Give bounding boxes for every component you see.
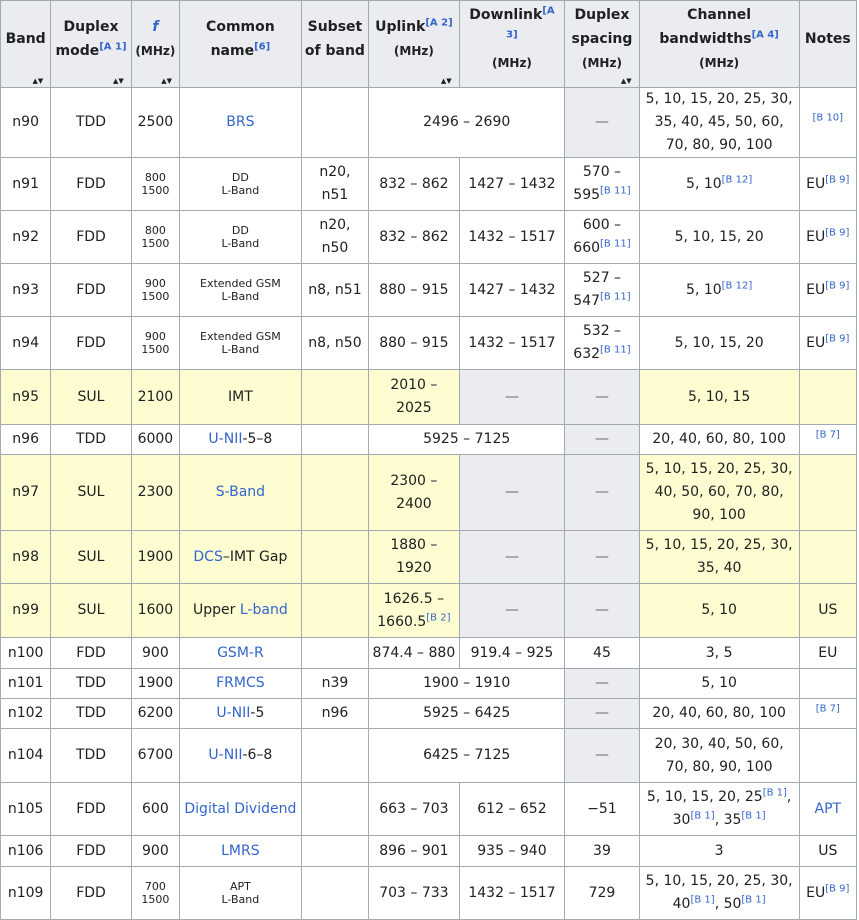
ref-link[interactable]: [B 1] (690, 810, 714, 821)
header-subset: Subset of band (300, 0, 370, 88)
table-row: n91 FDD 800 1500 DD L-Band n20, n51 832 – … (0, 157, 858, 211)
header-downlink: Downlink[A 3] (MHz) (458, 0, 566, 88)
ref-link[interactable]: [B 1] (741, 810, 765, 821)
band-name-link[interactable]: U-NII (216, 705, 250, 721)
ref-link[interactable]: [B 2] (426, 612, 450, 623)
ref-link[interactable]: [B 1] (741, 894, 765, 905)
header-uplink[interactable]: Uplink[A 2] (MHz) ▲▼ (368, 0, 460, 88)
table-row: n98 SUL 1900 DCS–IMT Gap 1880 – 1920 — —… (0, 530, 858, 584)
table-row: n101 TDD 1900 FRMCS n39 1900 – 1910 — 5,… (0, 668, 858, 699)
table-row: n97 SUL 2300 S-Band 2300 – 2400 — — 5, 1… (0, 454, 858, 531)
ref-link[interactable]: [B 1] (690, 894, 714, 905)
table-row: n100 FDD 900 GSM-R 874.4 – 880 919.4 – 9… (0, 637, 858, 669)
ref-link[interactable]: [A 4] (752, 29, 779, 40)
table-row: n106 FDD 900 LMRS 896 – 901 935 – 940 39… (0, 835, 858, 867)
band-name-link[interactable]: DCS (193, 549, 222, 565)
band-name-link[interactable]: U-NII (208, 747, 242, 763)
sort-icon[interactable]: ▲▼ (621, 77, 632, 85)
band-name-link[interactable]: LMRS (221, 843, 260, 859)
ref-link[interactable]: [B 9] (825, 174, 849, 185)
header-frequency[interactable]: f (MHz) ▲▼ (130, 0, 181, 88)
header-notes: Notes (798, 0, 858, 88)
band-name-link[interactable]: FRMCS (216, 675, 265, 691)
table-row: n93 FDD 900 1500 Extended GSM L-Band n8, n… (0, 263, 858, 317)
ref-link[interactable]: [B 1] (763, 787, 787, 798)
table-row: n105 FDD 600 Digital Dividend 663 – 703 … (0, 782, 858, 836)
ref-link[interactable]: [B 7] (816, 703, 840, 714)
band-name-link[interactable]: GSM-R (217, 645, 264, 661)
ref-link[interactable]: [6] (254, 41, 270, 52)
table-row: n94 FDD 900 1500 Extended GSM L-Band n8, n… (0, 316, 858, 370)
ref-link[interactable]: [B 12] (722, 280, 753, 291)
table-row: n90 TDD 2500 BRS 2496 – 2690 — 5, 10, 15… (0, 87, 858, 158)
ref-link[interactable]: [B 11] (600, 344, 631, 355)
band-name-link[interactable]: BRS (226, 114, 254, 130)
table-row: n102 TDD 6200 U-NII-5 n96 5925 – 6425 — … (0, 698, 858, 729)
band-name-link[interactable]: U-NII (208, 431, 242, 447)
sort-icon[interactable]: ▲▼ (113, 77, 124, 85)
ref-link[interactable]: [B 9] (825, 227, 849, 238)
ref-link[interactable]: [B 11] (600, 291, 631, 302)
ref-link[interactable]: [B 12] (722, 174, 753, 185)
ref-link[interactable]: [B 11] (600, 238, 631, 249)
ref-link[interactable]: [B 9] (825, 280, 849, 291)
ref-link[interactable]: [B 9] (825, 333, 849, 344)
ref-link[interactable]: [A 2] (425, 17, 452, 28)
table-row: n109 FDD 700 1500 APT L-Band 703 – 733 143… (0, 866, 858, 920)
band-name-link[interactable]: L-band (240, 602, 288, 618)
table-row: n104 TDD 6700 U-NII-6–8 6425 – 7125 — 20… (0, 728, 858, 783)
note-link[interactable]: APT (815, 801, 842, 817)
sort-icon[interactable]: ▲▼ (441, 77, 452, 85)
header-common-name: Common name[6] (179, 0, 302, 88)
band-name-link[interactable]: Digital Dividend (184, 801, 296, 817)
sort-icon[interactable]: ▲▼ (161, 77, 172, 85)
table-row: n99 SUL 1600 Upper L-band 1626.5 – 1660.… (0, 583, 858, 638)
table-row: n92 FDD 800 1500 DD L-Band n20, n50 832 – … (0, 210, 858, 264)
band-name-link[interactable]: S-Band (216, 484, 265, 500)
header-duplex-mode[interactable]: Duplex mode[A 1] ▲▼ (50, 0, 132, 88)
bands-table: Band ▲▼ Duplex mode[A 1] ▲▼ f (MHz) ▲▼ Common… (0, 0, 858, 920)
table-row: n95 SUL 2100 IMT 2010 – 2025 — — 5, 10, … (0, 369, 858, 425)
ref-link[interactable]: [B 9] (825, 883, 849, 894)
ref-link[interactable]: [B 7] (816, 429, 840, 440)
header-band[interactable]: Band ▲▼ (0, 0, 52, 88)
ref-link[interactable]: [B 11] (600, 185, 631, 196)
ref-link[interactable]: [B 10] (813, 112, 844, 123)
header-channel-bandwidths: Channel bandwidths[A 4] (MHz) (638, 0, 800, 88)
sort-icon[interactable]: ▲▼ (33, 77, 44, 85)
header-duplex-spacing[interactable]: Duplex spacing (MHz) ▲▼ (564, 0, 640, 88)
table-row: n96 TDD 6000 U-NII-5–8 5925 – 7125 — 20,… (0, 424, 858, 455)
ref-link[interactable]: [A 1] (99, 41, 126, 52)
